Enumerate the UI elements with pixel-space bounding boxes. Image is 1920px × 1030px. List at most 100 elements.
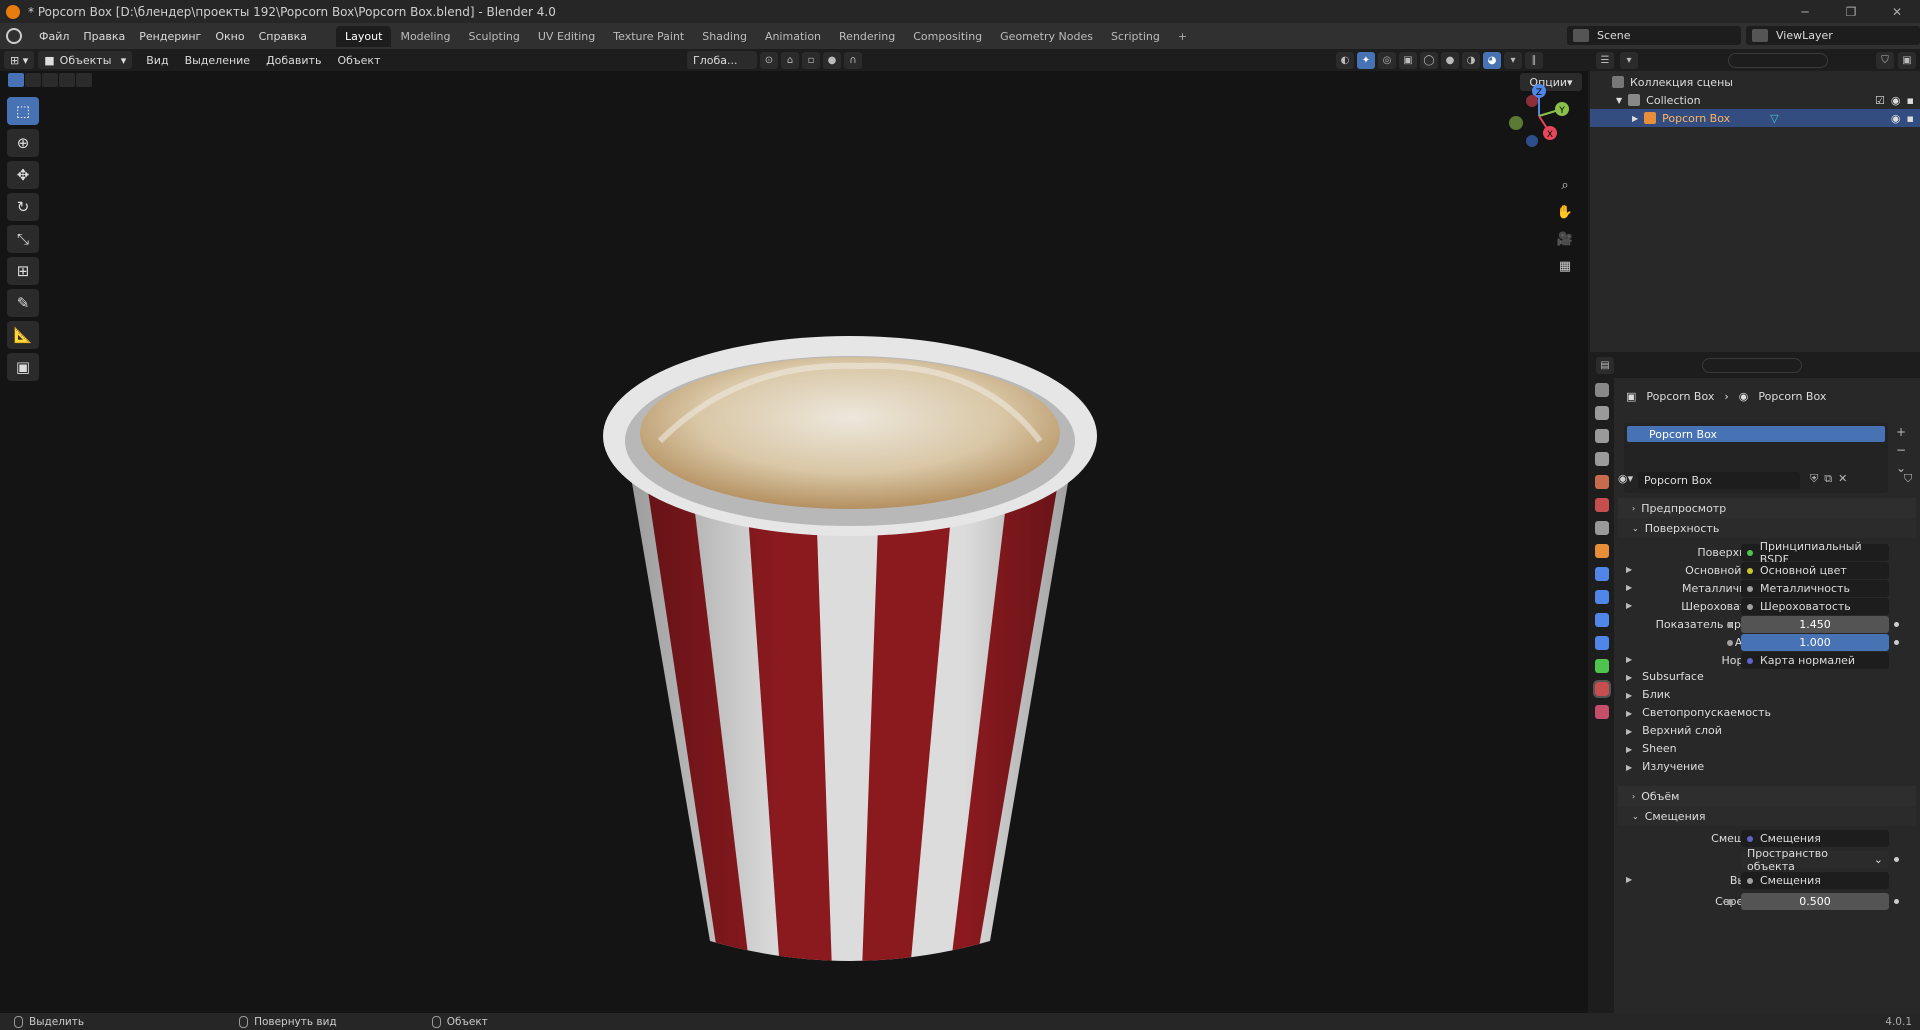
keyframe-icon[interactable]: [1894, 857, 1899, 862]
material-slot-item[interactable]: Popcorn Box: [1627, 426, 1885, 442]
surface-socket-field[interactable]: Основной цвет: [1741, 562, 1889, 579]
camera-icon[interactable]: ▪: [1907, 112, 1914, 125]
data-tab-icon[interactable]: [1595, 659, 1609, 673]
world-tab-icon[interactable]: [1595, 498, 1609, 512]
output-tab-icon[interactable]: [1595, 429, 1609, 443]
section-preview[interactable]: › Предпросмотр: [1618, 498, 1916, 518]
camera-view-icon[interactable]: 🎥: [1555, 229, 1575, 249]
tree-collection[interactable]: ▼ Collection ☑ ◉ ▪: [1590, 91, 1920, 109]
tab-sculpting[interactable]: Sculpting: [460, 26, 529, 47]
material-name-field[interactable]: Popcorn Box: [1638, 472, 1800, 489]
tab-rendering[interactable]: Rendering: [830, 26, 904, 47]
xray-icon[interactable]: ▣: [1399, 51, 1417, 69]
tab-animation[interactable]: Animation: [756, 26, 830, 47]
surface-socket-field[interactable]: Принципиальный BSDF: [1741, 540, 1889, 566]
camera-icon[interactable]: ▪: [1907, 94, 1914, 107]
add-workspace-button[interactable]: +: [1169, 26, 1196, 47]
overlay-icon[interactable]: ◎: [1378, 51, 1396, 69]
displacement-socket-field[interactable]: Смещения: [1741, 830, 1889, 847]
checkbox-icon[interactable]: ☑: [1875, 94, 1885, 107]
view-layer-selector[interactable]: ViewLayer: [1746, 26, 1920, 45]
filter-icon[interactable]: ⛉: [1876, 51, 1894, 69]
snap-target-icon[interactable]: ▫: [802, 51, 820, 69]
menu-select[interactable]: Выделение: [177, 54, 259, 67]
render-tab-icon[interactable]: [1595, 406, 1609, 420]
keyframe-icon[interactable]: [1894, 899, 1899, 904]
select-new-icon[interactable]: [8, 73, 24, 87]
expand-arrow-icon[interactable]: ▶: [1626, 655, 1632, 664]
particles-tab-icon[interactable]: [1595, 590, 1609, 604]
scale-icon[interactable]: ⤡: [7, 225, 39, 253]
maximize-button[interactable]: ❐: [1828, 0, 1874, 23]
outliner-editor-icon[interactable]: ☰: [1596, 51, 1614, 69]
subpanel-5[interactable]: ▶ Излучение: [1626, 760, 1704, 773]
subpanel-2[interactable]: ▶ Светопропускаемость: [1626, 706, 1771, 719]
surface-value-slider[interactable]: 1.450: [1727, 616, 1889, 633]
material-filter-icon[interactable]: ⛉: [1904, 472, 1912, 486]
remove-slot-button[interactable]: −: [1896, 441, 1906, 459]
surface-value-slider[interactable]: 1.000: [1727, 634, 1889, 651]
physics-tab-icon[interactable]: [1595, 613, 1609, 627]
outliner-search-input[interactable]: [1728, 52, 1828, 68]
snap-icon[interactable]: ⌂: [781, 51, 799, 69]
add-cube-icon[interactable]: ▣: [7, 353, 39, 381]
select-box-icon[interactable]: ⬚: [7, 97, 39, 125]
view-layer-tab-icon[interactable]: [1595, 452, 1609, 466]
material-tab-icon[interactable]: [1593, 680, 1611, 698]
fake-user-icon[interactable]: ⛨: [1810, 472, 1818, 486]
rendered-shading-icon[interactable]: ◕: [1483, 51, 1501, 69]
subpanel-3[interactable]: ▶ Верхний слой: [1626, 724, 1722, 737]
duplicate-material-icon[interactable]: ⧉: [1824, 472, 1832, 486]
texture-tab-icon[interactable]: [1595, 705, 1609, 719]
minimize-button[interactable]: ─: [1782, 0, 1828, 23]
constraints-tab-icon[interactable]: [1595, 636, 1609, 650]
navigation-gizmo[interactable]: Z Y X: [1504, 81, 1574, 151]
solid-shading-icon[interactable]: ●: [1441, 51, 1459, 69]
menu-render[interactable]: Рендеринг: [132, 30, 208, 43]
modifier-tab-icon[interactable]: [1595, 567, 1609, 581]
scene-tab-icon[interactable]: [1595, 475, 1609, 489]
collection-tab-icon[interactable]: [1595, 521, 1609, 535]
eye-icon[interactable]: ◉: [1891, 94, 1901, 107]
keyframe-icon[interactable]: [1894, 640, 1899, 645]
scene-selector[interactable]: Scene: [1567, 26, 1741, 45]
transform-icon[interactable]: ⊞: [7, 257, 39, 285]
eye-icon[interactable]: ◉: [1891, 112, 1901, 125]
object-tab-icon[interactable]: [1595, 544, 1609, 558]
tree-scene-collection[interactable]: Коллекция сцены: [1590, 73, 1920, 91]
3d-viewport[interactable]: Опции ▾ ⬚ ⊕ ✥ ↻ ⤡ ⊞ ✎ 📐 ▣ Z Y X ⌕ ✋ 🎥 ▦: [0, 71, 1588, 1013]
tab-uv-editing[interactable]: UV Editing: [529, 26, 604, 47]
zoom-icon[interactable]: ⌕: [1555, 175, 1575, 195]
expand-arrow-icon[interactable]: ▶: [1626, 565, 1632, 574]
select-extend-icon[interactable]: [25, 73, 41, 87]
section-displacement[interactable]: ⌄ Смещения: [1618, 806, 1916, 826]
menu-help[interactable]: Справка: [252, 30, 314, 43]
expand-arrow-icon[interactable]: ▼: [1616, 96, 1622, 105]
pivot-icon[interactable]: ⊙: [760, 51, 778, 69]
visibility-icon[interactable]: ◐: [1336, 51, 1354, 69]
pause-render-icon[interactable]: ∥: [1525, 51, 1543, 69]
move-icon[interactable]: ✥: [7, 161, 39, 189]
shading-options-icon[interactable]: ▾: [1504, 51, 1522, 69]
gizmo-toggle-icon[interactable]: ✦: [1357, 51, 1375, 69]
select-subtract-icon[interactable]: [42, 73, 58, 87]
select-intersect-icon[interactable]: [76, 73, 92, 87]
measure-icon[interactable]: 📐: [7, 321, 39, 349]
proportional-edit-icon[interactable]: ●: [823, 51, 841, 69]
expand-arrow-icon[interactable]: ▶: [1626, 875, 1632, 884]
expand-arrow-icon[interactable]: ▶: [1626, 583, 1632, 592]
display-mode-icon[interactable]: ▾: [1620, 51, 1638, 69]
tab-modeling[interactable]: Modeling: [391, 26, 459, 47]
annotate-icon[interactable]: ✎: [7, 289, 39, 317]
tab-layout[interactable]: Layout: [336, 25, 392, 47]
section-volume[interactable]: › Объём: [1618, 786, 1916, 806]
surface-socket-field[interactable]: Шероховатость: [1741, 598, 1889, 615]
displacement-socket-field[interactable]: Смещения: [1741, 872, 1889, 889]
unlink-material-icon[interactable]: ✕: [1838, 472, 1847, 486]
menu-edit[interactable]: Правка: [76, 30, 132, 43]
surface-socket-field[interactable]: Карта нормалей: [1741, 652, 1889, 669]
tab-geometry-nodes[interactable]: Geometry Nodes: [991, 26, 1102, 47]
material-shading-icon[interactable]: ◑: [1462, 51, 1480, 69]
cursor-icon[interactable]: ⊕: [7, 129, 39, 157]
material-browse-icon[interactable]: ◉▾: [1618, 472, 1633, 485]
